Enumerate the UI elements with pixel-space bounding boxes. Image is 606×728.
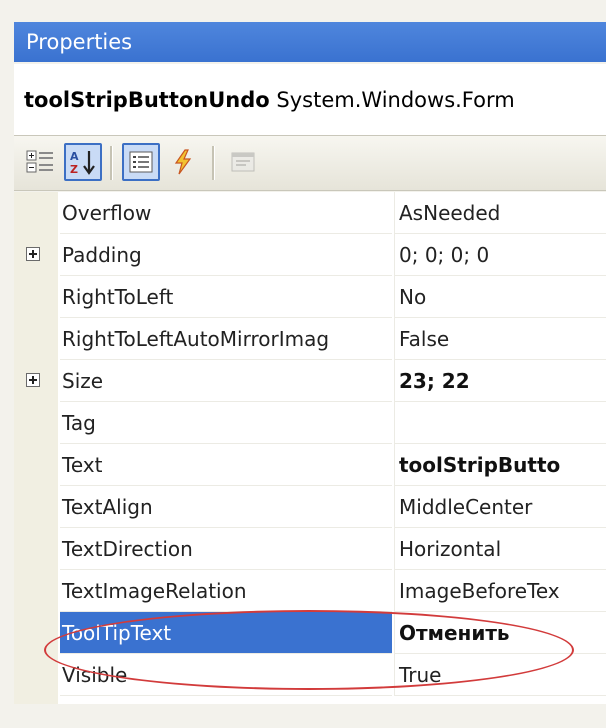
property-value[interactable]: True	[394, 654, 606, 696]
property-row-padding[interactable]: Padding 0; 0; 0; 0	[14, 234, 606, 276]
property-row-visible[interactable]: Visible True	[14, 654, 606, 696]
property-row-text[interactable]: Text toolStripButto	[14, 444, 606, 486]
alphabetical-sort-icon: A Z	[70, 150, 95, 176]
property-name: Overflow	[60, 192, 392, 234]
properties-icon	[129, 151, 153, 173]
property-row-textimagerelation[interactable]: TextImageRelation ImageBeforeTex	[14, 570, 606, 612]
expand-plus-icon[interactable]	[26, 247, 40, 261]
categorized-button[interactable]	[22, 143, 60, 181]
property-value[interactable]: ImageBeforeTex	[394, 570, 606, 612]
property-row-righttoleftautomirrorimage[interactable]: RightToLeftAutoMirrorImag False	[14, 318, 606, 360]
property-value[interactable]: toolStripButto	[394, 444, 606, 486]
window-title: Properties	[14, 22, 606, 62]
events-lightning-icon	[174, 149, 192, 175]
description-area	[14, 704, 606, 728]
property-value[interactable]: Отменить	[394, 612, 606, 654]
categorized-icon	[26, 150, 53, 173]
property-row-size[interactable]: Size 23; 22	[14, 360, 606, 402]
property-value[interactable]: AsNeeded	[394, 192, 606, 234]
property-row-overflow[interactable]: Overflow AsNeeded	[14, 192, 606, 234]
property-value[interactable]: MiddleCenter	[394, 486, 606, 528]
toolbar-separator	[212, 146, 215, 180]
properties-window: Properties toolStripButtonUndo System.Wi…	[0, 0, 606, 728]
property-grid: Overflow AsNeeded Padding 0; 0; 0; 0 Rig…	[14, 192, 606, 704]
toolbar-separator	[110, 146, 113, 180]
property-row-tag[interactable]: Tag	[14, 402, 606, 444]
property-row-textdirection[interactable]: TextDirection Horizontal	[14, 528, 606, 570]
properties-toolbar: A Z	[14, 136, 606, 191]
properties-button[interactable]	[122, 143, 160, 181]
property-value[interactable]: 23; 22	[394, 360, 606, 402]
svg-text:Z: Z	[70, 163, 78, 176]
svg-text:A: A	[70, 150, 79, 163]
object-type: System.Windows.Form	[276, 88, 515, 112]
property-pages-icon	[231, 152, 255, 172]
property-row-tooltiptext[interactable]: ToolTipText Отменить	[14, 612, 606, 654]
events-button[interactable]	[164, 143, 202, 181]
property-name: ToolTipText	[60, 612, 392, 654]
property-name: Size	[60, 360, 392, 402]
property-name: TextDirection	[60, 528, 392, 570]
property-name: TextAlign	[60, 486, 392, 528]
alphabetical-button[interactable]: A Z	[64, 143, 102, 181]
property-row-textalign[interactable]: TextAlign MiddleCenter	[14, 486, 606, 528]
property-name: Padding	[60, 234, 392, 276]
object-selector[interactable]: toolStripButtonUndo System.Windows.Form	[14, 64, 606, 136]
property-value[interactable]: False	[394, 318, 606, 360]
property-row-righttoleft[interactable]: RightToLeft No	[14, 276, 606, 318]
property-name: Tag	[60, 402, 392, 444]
property-value[interactable]: Horizontal	[394, 528, 606, 570]
object-name: toolStripButtonUndo	[24, 88, 270, 112]
property-name: TextImageRelation	[60, 570, 392, 612]
property-value[interactable]: 0; 0; 0; 0	[394, 234, 606, 276]
property-name: RightToLeftAutoMirrorImag	[60, 318, 392, 360]
property-name: RightToLeft	[60, 276, 392, 318]
property-name: Text	[60, 444, 392, 486]
property-value[interactable]: No	[394, 276, 606, 318]
property-name: Visible	[60, 654, 392, 696]
property-value[interactable]	[394, 402, 606, 444]
expand-plus-icon[interactable]	[26, 373, 40, 387]
property-pages-button[interactable]	[224, 143, 262, 181]
